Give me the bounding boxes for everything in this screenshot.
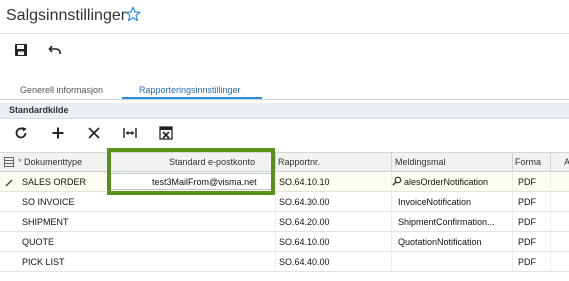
cell-divider	[275, 232, 276, 252]
save-icon[interactable]	[14, 43, 28, 57]
cell-dokumenttype[interactable]: SHIPMENT	[22, 217, 69, 227]
title-divider	[0, 33, 569, 34]
cell-rapportnr[interactable]: SO.64.20.00	[279, 217, 330, 227]
table-row[interactable]: SO INVOICE SO.64.30.00 InvoiceNotificati…	[0, 192, 569, 212]
annotation-highlight-box	[107, 148, 275, 195]
cell-format[interactable]: PDF	[518, 237, 536, 247]
cell-meldingsmal[interactable]: ShipmentConfirmation...	[398, 217, 495, 227]
cell-dokumenttype[interactable]: SALES ORDER	[22, 177, 86, 187]
cell-divider	[275, 192, 276, 212]
cell-divider	[391, 232, 392, 252]
cell-divider	[512, 212, 513, 232]
cell-divider	[512, 192, 513, 212]
cell-divider	[550, 232, 551, 252]
tab-rapporteringsinnstillinger[interactable]: Rapporteringsinnstillinger	[139, 85, 241, 95]
col-header-rapportnr[interactable]: Rapportnr.	[278, 157, 320, 167]
cell-format[interactable]: PDF	[518, 217, 536, 227]
delete-icon[interactable]	[87, 126, 101, 140]
cell-divider	[512, 252, 513, 272]
cell-meldingsmal[interactable]: alesOrderNotification	[404, 177, 488, 187]
table-row[interactable]: QUOTE SO.64.10.00 QuotationNotification …	[0, 232, 569, 252]
cell-divider	[275, 212, 276, 232]
refresh-icon[interactable]	[14, 126, 28, 140]
fit-columns-icon[interactable]	[123, 126, 137, 140]
tab-divider	[0, 99, 569, 100]
table-row[interactable]: PICK LIST SO.64.40.00 PDF	[0, 252, 569, 272]
tab-generell-informasjon[interactable]: Generell informasjon	[20, 85, 103, 95]
cell-dokumenttype[interactable]: SO INVOICE	[22, 197, 75, 207]
cell-meldingsmal[interactable]: InvoiceNotification	[398, 197, 471, 207]
cell-divider	[512, 232, 513, 252]
col-header-dokumenttype[interactable]: Dokumenttype	[24, 157, 82, 167]
cell-rapportnr[interactable]: SO.64.40.00	[279, 257, 330, 267]
cell-divider	[512, 172, 513, 192]
column-divider	[275, 153, 276, 173]
cell-rapportnr[interactable]: SO.64.30.00	[279, 197, 330, 207]
cell-rapportnr[interactable]: SO.64.10.10	[279, 177, 330, 187]
cell-divider	[550, 192, 551, 212]
col-header-format[interactable]: Forma	[515, 157, 541, 167]
table-row[interactable]: SHIPMENT SO.64.20.00 ShipmentConfirmatio…	[0, 212, 569, 232]
cell-divider	[550, 252, 551, 272]
column-divider	[512, 153, 513, 173]
edit-pencil-icon	[5, 179, 13, 187]
cell-divider	[391, 192, 392, 212]
cell-divider	[391, 252, 392, 272]
cell-format[interactable]: PDF	[518, 177, 536, 187]
col-header-meldingsmal[interactable]: Meldingsmal	[395, 157, 446, 167]
cell-dokumenttype[interactable]: QUOTE	[22, 237, 54, 247]
cell-rapportnr[interactable]: SO.64.10.00	[279, 237, 330, 247]
column-divider	[391, 153, 392, 173]
row-selector-icon[interactable]	[4, 157, 14, 167]
cell-meldingsmal[interactable]: QuotationNotification	[398, 237, 482, 247]
table-row[interactable]: SALES ORDER test3MailFrom@visma.net SO.6…	[0, 172, 569, 192]
section-title: Standardkilde	[9, 105, 69, 115]
cell-divider	[391, 212, 392, 232]
undo-icon[interactable]	[48, 43, 62, 57]
cell-divider	[275, 172, 276, 192]
export-excel-icon[interactable]	[159, 126, 173, 140]
cell-divider	[550, 212, 551, 232]
page-title: Salgsinnstillinger	[6, 7, 127, 24]
col-header-extra[interactable]: A	[564, 157, 569, 167]
lookup-search-icon[interactable]	[392, 176, 402, 186]
column-divider	[550, 153, 551, 173]
section-header: Standardkilde	[0, 103, 569, 119]
grid-header: * Dokumenttype Standard e-postkonto Rapp…	[0, 152, 569, 173]
cell-divider	[550, 172, 551, 192]
favorite-star-icon[interactable]	[125, 6, 141, 22]
cell-format[interactable]: PDF	[518, 257, 536, 267]
add-icon[interactable]	[51, 126, 65, 140]
cell-divider	[275, 252, 276, 272]
required-marker: *	[18, 157, 22, 167]
cell-dokumenttype[interactable]: PICK LIST	[22, 257, 65, 267]
cell-format[interactable]: PDF	[518, 197, 536, 207]
